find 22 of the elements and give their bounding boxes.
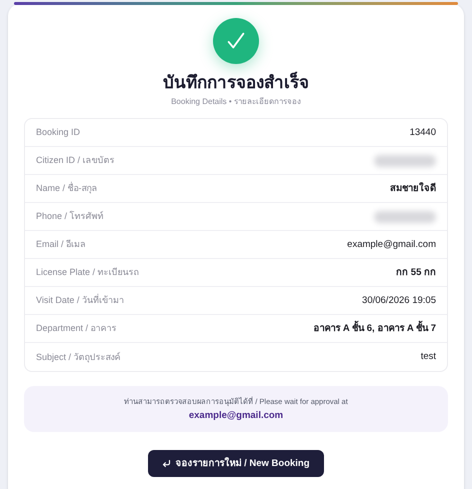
field-label: Name / ชื่อ-สกุล: [36, 182, 98, 196]
field-label: Subject / วัตถุประสงค์: [36, 350, 121, 364]
field-label: Email / อีเมล: [36, 238, 86, 251]
field-value: example@gmail.com: [347, 238, 436, 252]
page-title: บันทึกการจองสำเร็จ: [163, 72, 309, 94]
return-arrow-icon: [162, 459, 172, 468]
new-booking-button[interactable]: จองรายการใหม่ / New Booking: [148, 450, 324, 478]
field-label: Department / อาคาร: [36, 322, 117, 335]
notice-email: example@gmail.com: [188, 408, 284, 423]
field-label: Booking ID: [36, 126, 80, 139]
field-label: Visit Date / วันที่เข้ามา: [36, 294, 124, 307]
field-value: 13440: [410, 126, 436, 140]
check-icon: [213, 18, 259, 64]
field-value: 30/06/2026 19:05: [362, 294, 436, 308]
field-value: สมชายใจดี: [390, 182, 436, 196]
page-subtitle: Booking Details • รายละเอียดการจอง: [171, 96, 301, 108]
field-value: กก 55 กก: [396, 266, 436, 280]
field-label: Phone / โทรศัพท์: [36, 210, 104, 223]
field-label: Citizen ID / เลขบัตร: [36, 154, 115, 167]
field-value: อาคาร A ชั้น 6, อาคาร A ชั้น 7: [313, 322, 436, 336]
field-label: License Plate / ทะเบียนรถ: [36, 266, 139, 279]
field-value: test: [420, 350, 436, 364]
